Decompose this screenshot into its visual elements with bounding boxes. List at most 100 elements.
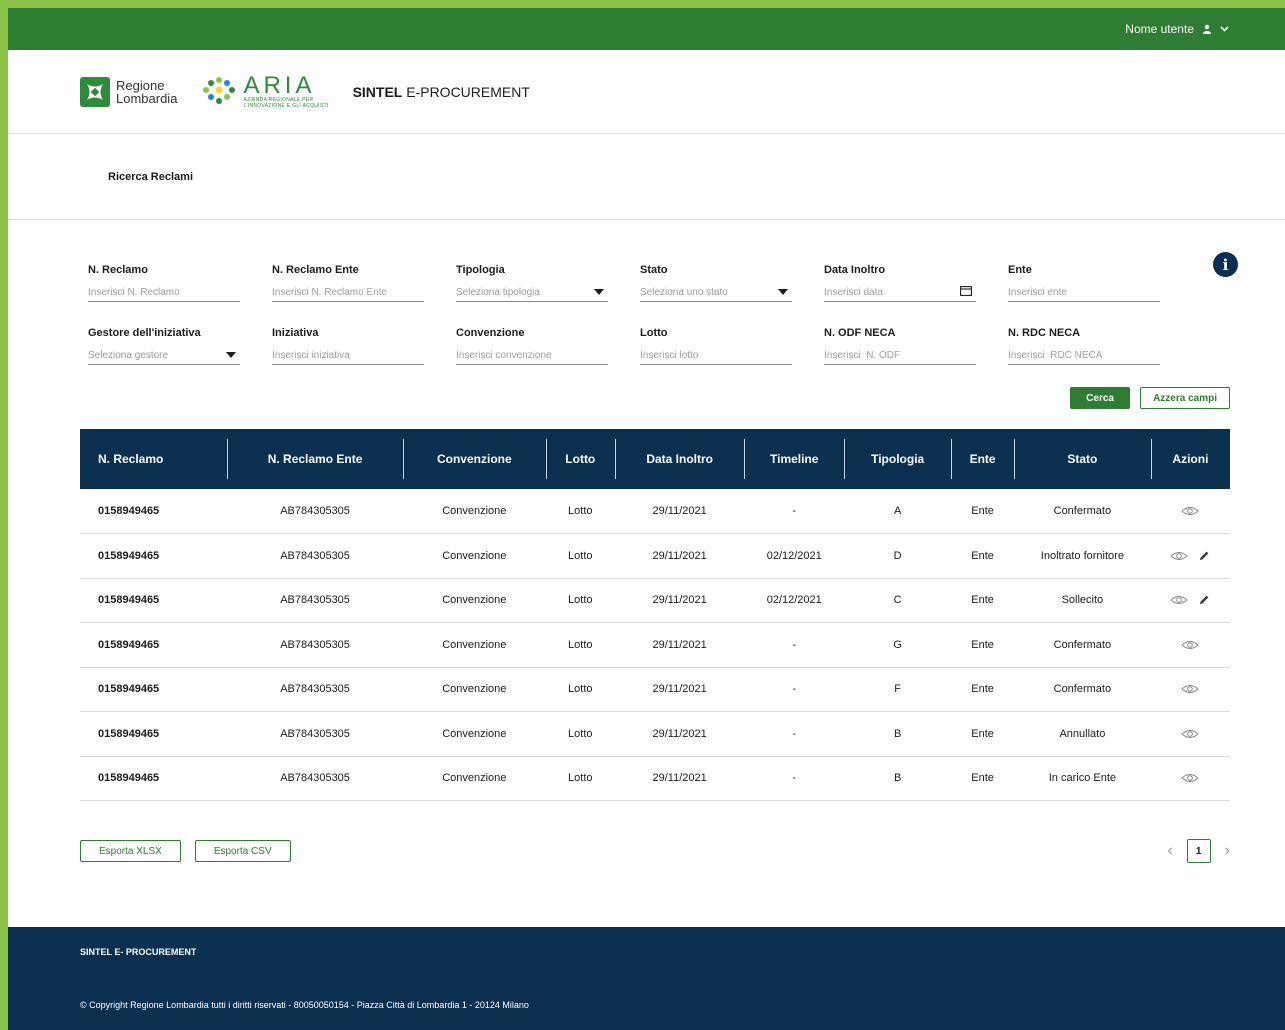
eye-icon[interactable]	[1181, 773, 1200, 783]
cell-tipo: B	[893, 772, 902, 785]
ente-input[interactable]	[1008, 287, 1156, 298]
cell-ente-n: AB784305305	[280, 505, 350, 517]
info-icon[interactable]: i	[1213, 252, 1238, 277]
cell-actions	[1151, 712, 1230, 757]
filter-n-reclamo: N. Reclamo	[88, 264, 240, 302]
filter-label: Ente	[1008, 264, 1032, 276]
column-header[interactable]: Ente	[951, 429, 1014, 489]
prev-page-icon[interactable]: ‹	[1167, 842, 1172, 860]
cell-stato: Annullato	[1059, 727, 1106, 740]
eye-icon[interactable]	[1181, 640, 1200, 650]
filter-label: Gestore dell'iniziativa	[88, 327, 201, 339]
filter-stato: Stato Seleziona uno stato	[640, 264, 792, 302]
cell-ente: Ente	[971, 727, 994, 740]
page-title: Ricerca Reclami	[108, 170, 193, 183]
iniziativa-input[interactable]	[272, 350, 420, 361]
cell-data: 29/11/2021	[652, 638, 707, 651]
search-filters: i N. Reclamo N. Reclamo Ente Tipologia S…	[8, 220, 1285, 409]
caret-down-icon	[594, 287, 604, 298]
column-header: Azioni	[1150, 429, 1230, 489]
cell-stato: Confermato	[1053, 683, 1112, 696]
cell-timeline: -	[792, 683, 797, 696]
table-row[interactable]: 0158949465 AB784305305 Convenzione Lotto 29/…	[80, 534, 1230, 578]
cell-n: 0158949465	[98, 772, 160, 785]
n-reclamo-input[interactable]	[88, 287, 236, 298]
odf-neca-input[interactable]	[824, 350, 972, 361]
convenzione-input[interactable]	[456, 350, 604, 361]
cell-ente: Ente	[971, 594, 994, 607]
table-row[interactable]: 0158949465 AB784305305 Convenzione Lotto 29/…	[80, 667, 1230, 712]
reset-button[interactable]: Azzera campi	[1140, 387, 1230, 409]
cell-lotto: Lotto	[568, 727, 593, 740]
gestore-select[interactable]: Seleziona gestore	[88, 347, 240, 365]
column-header[interactable]: Lotto	[545, 429, 615, 489]
next-page-icon[interactable]: ›	[1225, 842, 1230, 860]
export-xlsx-button[interactable]: Esporta XLSX	[80, 840, 181, 862]
cell-actions	[1151, 623, 1230, 668]
cell-stato: Confermato	[1053, 505, 1112, 517]
table-row[interactable]: 0158949465 AB784305305 Convenzione Lotto 29/…	[80, 623, 1230, 668]
tipologia-select[interactable]: Seleziona tipologia	[456, 284, 608, 302]
column-header[interactable]: Convenzione	[402, 429, 546, 489]
table-header-row: N. Reclamo N. Reclamo Ente Convenzione L…	[80, 429, 1230, 489]
stato-placeholder: Seleziona uno stato	[640, 287, 728, 298]
export-csv-button[interactable]: Esporta CSV	[194, 840, 291, 862]
pencil-icon[interactable]	[1198, 594, 1210, 606]
cell-lotto: Lotto	[568, 772, 593, 785]
table-row[interactable]: 0158949465 AB784305305 Convenzione Lotto 29/…	[80, 756, 1230, 801]
pagination: ‹ 1 ›	[1167, 839, 1230, 863]
table-row[interactable]: 0158949465 AB784305305 Convenzione Lotto 29/…	[80, 578, 1230, 623]
eye-icon[interactable]	[1170, 595, 1189, 605]
search-button[interactable]: Cerca	[1070, 387, 1131, 409]
filter-convenzione: Convenzione	[456, 327, 608, 365]
cell-tipo: C	[893, 594, 902, 607]
eye-icon[interactable]	[1170, 551, 1189, 561]
filter-odf-neca: N. ODF NECA	[824, 327, 976, 365]
cell-timeline: -	[792, 638, 797, 651]
cell-tipo: D	[893, 549, 902, 562]
eye-icon[interactable]	[1181, 684, 1200, 694]
aria-sub-2: L'INNOVAZIONE E GLI ACQUISTI	[243, 102, 329, 109]
column-header[interactable]: N. Reclamo Ente	[227, 429, 403, 489]
eye-icon[interactable]	[1181, 506, 1200, 516]
column-header[interactable]: Data Inoltro	[614, 429, 745, 489]
filter-label: Lotto	[640, 327, 668, 339]
table-row[interactable]: 0158949465 AB784305305 Convenzione Lotto 29/…	[80, 712, 1230, 757]
regione-lombardia-mark-icon	[80, 76, 110, 107]
cell-ente: Ente	[971, 772, 994, 785]
data-inoltro-input[interactable]	[824, 287, 960, 298]
column-header[interactable]: Tipologia	[844, 429, 951, 489]
eye-icon[interactable]	[1181, 729, 1200, 739]
cell-ente-n: AB784305305	[280, 638, 350, 651]
cell-lotto: Lotto	[568, 505, 593, 517]
cell-conv: Convenzione	[442, 505, 507, 517]
cell-ente-n: AB784305305	[280, 772, 350, 785]
pencil-icon[interactable]	[1198, 550, 1210, 562]
user-menu[interactable]: Nome utente	[1125, 22, 1229, 36]
results-table: N. Reclamo N. Reclamo Ente Convenzione L…	[80, 429, 1230, 801]
cell-conv: Convenzione	[442, 594, 507, 607]
stato-select[interactable]: Seleziona uno stato	[640, 284, 792, 302]
calendar-icon[interactable]	[960, 286, 972, 299]
lotto-input[interactable]	[640, 350, 788, 361]
column-header[interactable]: Timeline	[744, 429, 844, 489]
filter-label: N. Reclamo Ente	[272, 264, 359, 276]
cell-n: 0158949465	[98, 594, 160, 607]
filter-iniziativa: Iniziativa	[272, 327, 424, 365]
column-header[interactable]: Stato	[1013, 429, 1151, 489]
column-header[interactable]: N. Reclamo	[80, 429, 227, 489]
n-reclamo-ente-input[interactable]	[272, 287, 420, 298]
page-number[interactable]: 1	[1186, 839, 1211, 863]
cell-data: 29/11/2021	[652, 505, 707, 517]
regione-lombardia-logo: Regione Lombardia	[80, 76, 177, 107]
footer-title: SINTEL E- PROCUREMENT	[80, 947, 197, 957]
aria-dots-icon	[201, 76, 237, 107]
cell-conv: Convenzione	[442, 727, 507, 740]
user-name: Nome utente	[1125, 22, 1194, 36]
filter-n-reclamo-ente: N. Reclamo Ente	[272, 264, 424, 302]
filter-lotto: Lotto	[640, 327, 792, 365]
table-row[interactable]: 0158949465 AB784305305 Convenzione Lotto 29/…	[80, 489, 1230, 534]
rdc-neca-input[interactable]	[1008, 350, 1156, 361]
cell-lotto: Lotto	[568, 683, 593, 696]
cell-n: 0158949465	[98, 549, 160, 562]
